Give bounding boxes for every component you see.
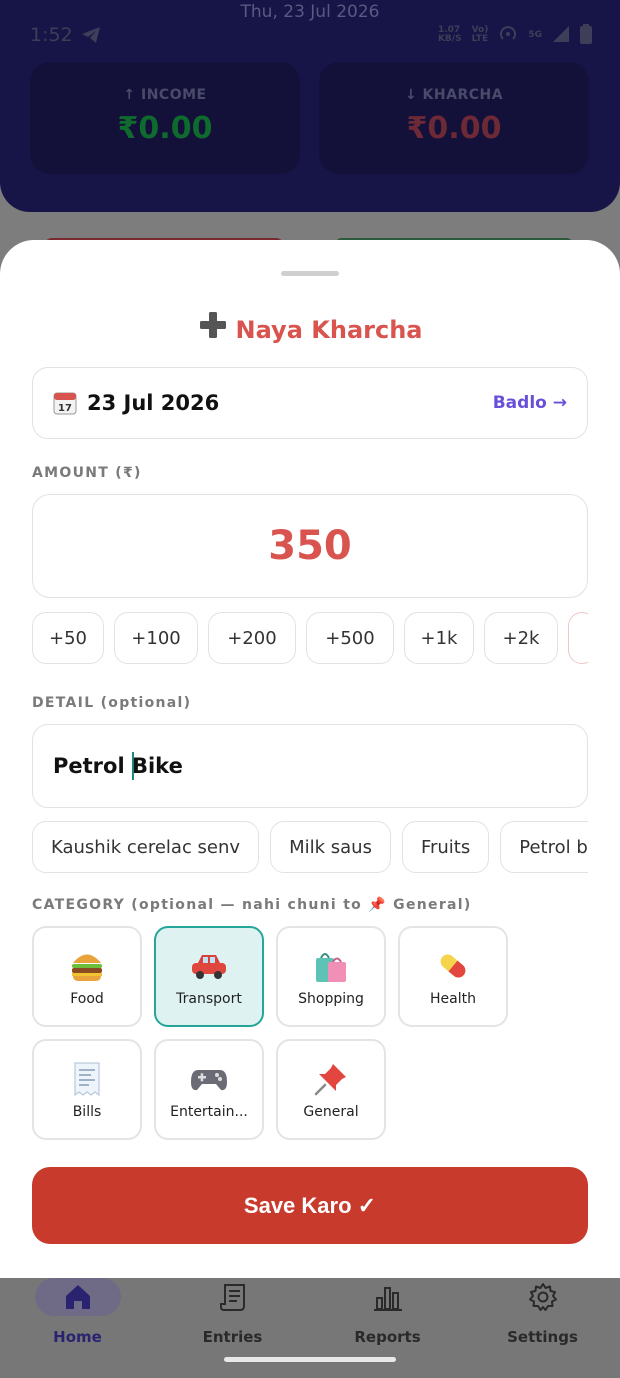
burger-icon bbox=[69, 947, 105, 985]
scroll-list-icon bbox=[190, 1278, 276, 1316]
receipt-icon bbox=[71, 1060, 103, 1098]
category-label-text: Health bbox=[430, 990, 476, 1007]
gear-icon bbox=[500, 1278, 586, 1316]
income-card: ↑ INCOME ₹0.00 bbox=[30, 62, 300, 174]
amount-input[interactable]: 350 bbox=[32, 494, 588, 598]
net-speed: 1.07 KB/S bbox=[437, 25, 462, 44]
svg-text:17: 17 bbox=[58, 403, 72, 414]
sheet-title-text: Naya Kharcha bbox=[235, 316, 423, 344]
category-food[interactable]: Food bbox=[32, 926, 142, 1027]
category-bills[interactable]: Bills bbox=[32, 1039, 142, 1140]
battery-icon bbox=[580, 23, 592, 47]
category-transport[interactable]: Transport bbox=[154, 926, 264, 1027]
category-label: CATEGORY (optional — nahi chuni to 📌 Gen… bbox=[32, 897, 472, 913]
category-label-text: General bbox=[303, 1103, 359, 1120]
quick-amount-more[interactable] bbox=[568, 612, 588, 664]
add-expense-sheet: Naya Kharcha 17 23 Jul 2026 Badlo → AMOU… bbox=[0, 240, 620, 1278]
amount-value: 350 bbox=[268, 523, 352, 569]
pill-icon bbox=[435, 947, 471, 985]
category-label-text: Bills bbox=[72, 1103, 102, 1120]
nav-settings-label: Settings bbox=[507, 1328, 578, 1346]
bar-chart-icon bbox=[345, 1278, 431, 1316]
detail-text-before-cursor: Petrol bbox=[53, 754, 132, 778]
expense-card: ↓ KHARCHA ₹0.00 bbox=[319, 62, 589, 174]
detail-label: DETAIL (optional) bbox=[32, 695, 192, 711]
category-label-text: Transport bbox=[176, 990, 242, 1007]
bottom-nav: Home Entries Reports Settings bbox=[0, 1278, 620, 1378]
selected-date: 23 Jul 2026 bbox=[87, 391, 220, 415]
suggestion-chip[interactable]: Fruits bbox=[401, 821, 490, 873]
nav-reports[interactable]: Reports bbox=[310, 1278, 465, 1378]
sheet-drag-handle[interactable] bbox=[281, 271, 339, 276]
detail-text-after-cursor: Bike bbox=[131, 754, 183, 778]
category-label-text: Entertain... bbox=[170, 1103, 248, 1120]
expense-value: ₹0.00 bbox=[406, 111, 502, 146]
car-icon bbox=[190, 947, 228, 985]
quick-amount-500[interactable]: +500 bbox=[306, 612, 394, 664]
status-bar: 1:52 1.07 KB/S Vo) LTE 5G bbox=[30, 22, 592, 48]
nav-home-label: Home bbox=[53, 1328, 102, 1346]
quick-amount-chips: +50 +100 +200 +500 +1k +2k bbox=[32, 612, 588, 666]
date-banner: Thu, 23 Jul 2026 bbox=[240, 2, 380, 22]
category-label-text: Food bbox=[70, 990, 104, 1007]
save-button[interactable]: Save Karo ✓ bbox=[32, 1167, 588, 1244]
quick-amount-1k[interactable]: +1k bbox=[404, 612, 474, 664]
income-value: ₹0.00 bbox=[117, 111, 213, 146]
app-header: Thu, 23 Jul 2026 1:52 1.07 KB/S Vo) LTE 5G… bbox=[0, 0, 620, 212]
gamepad-icon bbox=[190, 1060, 228, 1098]
nav-entries-label: Entries bbox=[202, 1328, 263, 1346]
suggestion-chip[interactable]: Kaushik cerelac senv bbox=[32, 821, 260, 873]
detail-suggestions: Kaushik cerelac senv Milk saus Fruits Pe… bbox=[32, 821, 588, 875]
category-general[interactable]: General bbox=[276, 1039, 386, 1140]
nav-settings[interactable]: Settings bbox=[465, 1278, 620, 1378]
home-icon bbox=[34, 1278, 121, 1316]
quick-amount-200[interactable]: +200 bbox=[208, 612, 296, 664]
network-type: 5G bbox=[528, 30, 542, 40]
sheet-title: Naya Kharcha bbox=[0, 310, 620, 346]
change-date-link[interactable]: Badlo → bbox=[493, 393, 567, 413]
amount-label: AMOUNT (₹) bbox=[32, 465, 142, 481]
suggestion-chip[interactable]: Petrol bik bbox=[500, 821, 588, 873]
quick-amount-2k[interactable]: +2k bbox=[484, 612, 558, 664]
calendar-icon: 17 bbox=[53, 391, 77, 415]
category-grid: Food Transport Shopping Health Bills Ent… bbox=[32, 926, 512, 1140]
volte-indicator: Vo) LTE bbox=[471, 25, 489, 44]
telegram-icon bbox=[81, 26, 101, 44]
status-time: 1:52 bbox=[30, 24, 73, 46]
nav-reports-label: Reports bbox=[354, 1328, 421, 1346]
date-picker-row[interactable]: 17 23 Jul 2026 Badlo → bbox=[32, 367, 588, 439]
income-label: ↑ INCOME bbox=[123, 87, 207, 103]
category-entertainment[interactable]: Entertain... bbox=[154, 1039, 264, 1140]
nav-home[interactable]: Home bbox=[0, 1278, 155, 1378]
expense-label: ↓ KHARCHA bbox=[404, 87, 504, 103]
quick-amount-50[interactable]: +50 bbox=[32, 612, 104, 664]
signal-icon bbox=[552, 25, 570, 46]
quick-amount-100[interactable]: +100 bbox=[114, 612, 198, 664]
home-indicator[interactable] bbox=[224, 1357, 396, 1362]
plus-icon bbox=[198, 310, 228, 346]
pushpin-icon bbox=[313, 1060, 349, 1098]
category-shopping[interactable]: Shopping bbox=[276, 926, 386, 1027]
nav-entries[interactable]: Entries bbox=[155, 1278, 310, 1378]
shopping-bags-icon bbox=[313, 947, 349, 985]
hotspot-icon bbox=[498, 24, 518, 47]
category-health[interactable]: Health bbox=[398, 926, 508, 1027]
detail-input[interactable]: Petrol Bike bbox=[32, 724, 588, 808]
suggestion-chip[interactable]: Milk saus bbox=[270, 821, 391, 873]
category-label-text: Shopping bbox=[298, 990, 364, 1007]
